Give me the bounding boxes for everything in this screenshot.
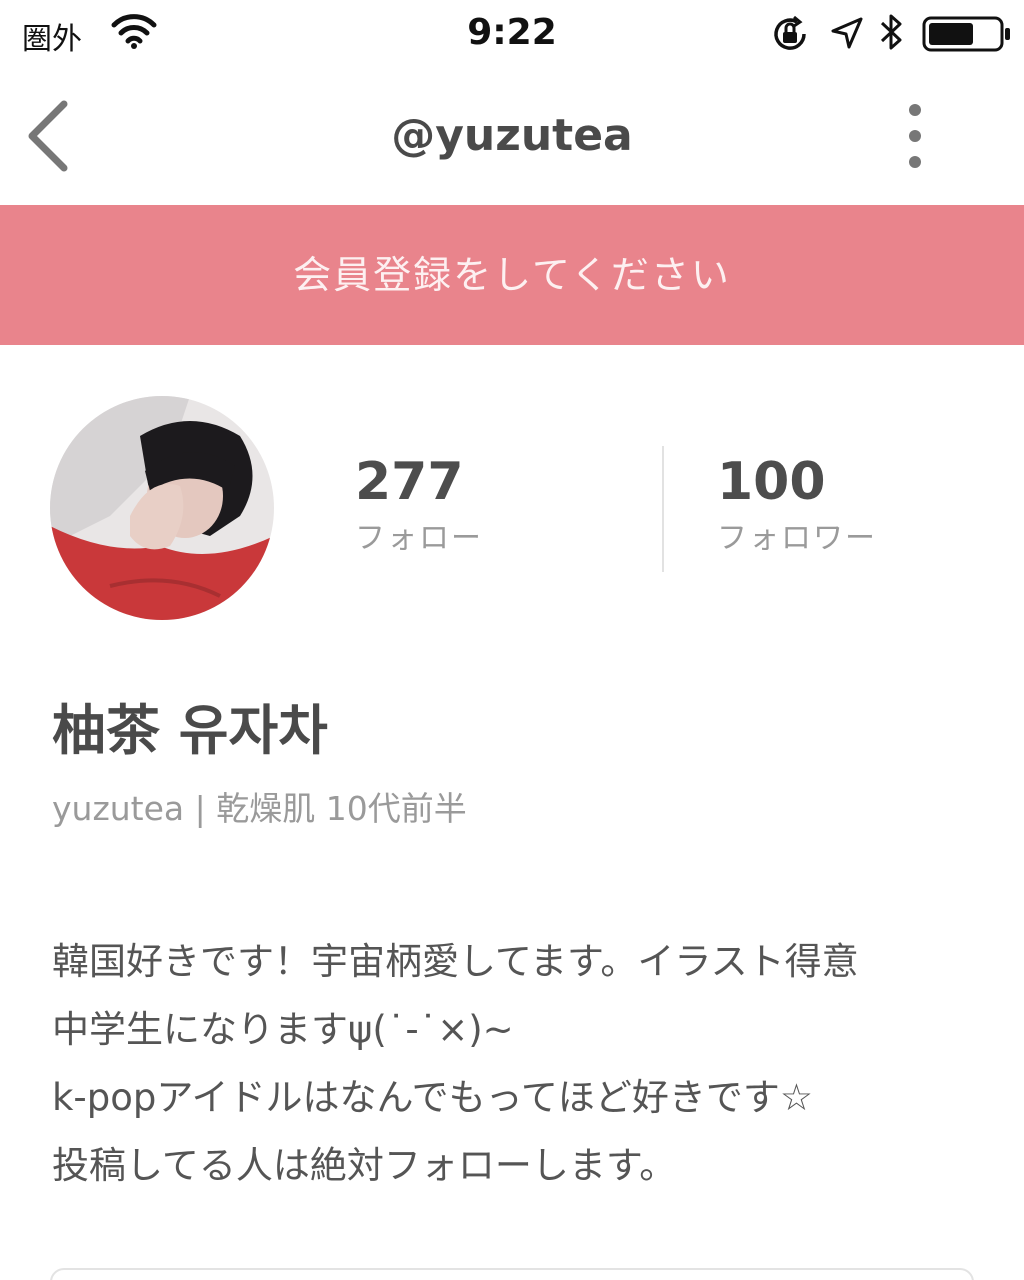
avatar[interactable] (50, 396, 274, 620)
nav-bar: @yuzutea (0, 70, 1024, 205)
content-card[interactable] (50, 1268, 974, 1280)
more-vertical-icon[interactable] (890, 98, 940, 174)
profile-meta: yuzutea | 乾燥肌 10代前半 (52, 789, 467, 828)
avatar-image (50, 396, 274, 620)
bio-line: k-popアイドルはなんでもってほど好きです☆ (52, 1076, 814, 1119)
signup-banner-text: 会員登録をしてください (293, 253, 731, 297)
following-count: 277 (355, 452, 464, 512)
page-title: @yuzutea (391, 110, 633, 161)
orientation-lock-icon (774, 15, 806, 50)
followers-count: 100 (717, 452, 826, 512)
profile-screen: 圏外 9:22 @yuzutea 会員登録をしてください 277 フォロー 10… (0, 0, 1024, 1280)
bluetooth-icon (880, 14, 902, 50)
followers-label: フォロワー (717, 521, 877, 556)
status-bar: 圏外 9:22 (0, 0, 1024, 70)
status-time: 9:22 (467, 12, 557, 53)
followers-stat[interactable]: 100 フォロワー (717, 450, 877, 564)
following-label: フォロー (355, 521, 483, 556)
location-arrow-icon (831, 17, 863, 49)
signup-banner[interactable]: 会員登録をしてください (0, 205, 1024, 345)
following-stat[interactable]: 277 フォロー (355, 450, 483, 564)
stat-divider (662, 446, 664, 572)
bio-line: 中学生になりますψ(˙-˙×)~ (52, 1008, 514, 1051)
bio: 韓国好きです！宇宙柄愛してます。イラスト得意 中学生になりますψ(˙-˙×)~ … (52, 928, 992, 1200)
battery-icon (922, 16, 1010, 52)
display-name: 柚茶 유자차 (52, 699, 328, 762)
bio-line: 韓国好きです！宇宙柄愛してます。イラスト得意 (52, 940, 859, 983)
bio-line: 投稿してる人は絶対フォローします。 (52, 1144, 677, 1187)
